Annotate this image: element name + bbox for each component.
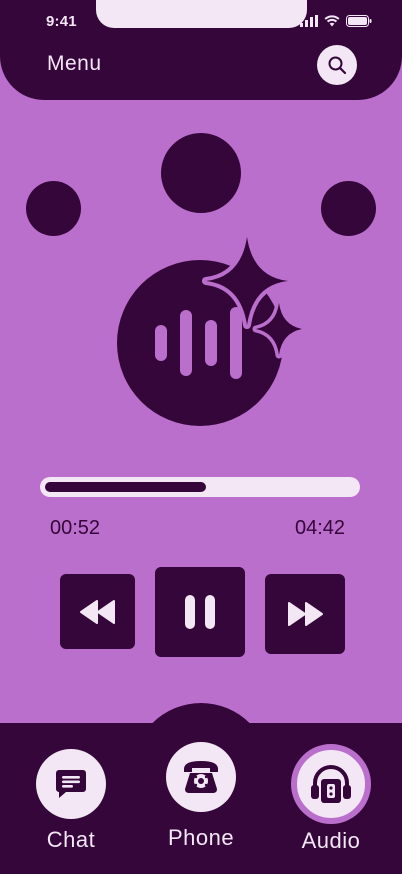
nav-item-audio[interactable]: Audio (271, 744, 391, 854)
total-duration: 04:42 (295, 517, 346, 539)
playback-progress-fill (45, 482, 206, 492)
rewind-button[interactable] (60, 574, 135, 649)
chat-button[interactable] (36, 749, 106, 819)
decor-dot-right (321, 181, 376, 236)
search-icon (328, 56, 347, 75)
device-notch (96, 0, 307, 28)
status-icons (300, 15, 372, 27)
audio-button[interactable] (291, 744, 371, 824)
phone-button[interactable] (166, 742, 236, 812)
menu-button[interactable]: Menu (47, 52, 102, 76)
nav-label-audio: Audio (301, 828, 361, 853)
nav-label-chat: Chat (46, 827, 96, 852)
playback-progress-bar[interactable] (40, 477, 360, 497)
nav-item-phone[interactable]: Phone (141, 742, 261, 851)
audio-icon (311, 765, 351, 803)
status-time: 9:41 (46, 13, 77, 30)
pause-icon (185, 595, 215, 629)
fast-forward-button[interactable] (265, 574, 345, 654)
chat-icon (56, 770, 86, 798)
search-button[interactable] (317, 45, 357, 85)
decor-dot-top (161, 133, 241, 213)
fast-forward-icon (288, 602, 323, 626)
pause-button[interactable] (155, 567, 245, 657)
audio-sparkle-icon (117, 235, 306, 426)
wifi-icon (324, 15, 340, 27)
nav-label-phone: Phone (167, 825, 235, 850)
rewind-icon (79, 599, 115, 624)
elapsed-time: 00:52 (50, 517, 101, 539)
decor-dot-left (26, 181, 81, 236)
nav-item-chat[interactable]: Chat (11, 749, 131, 853)
battery-icon (346, 15, 372, 27)
phone-icon (184, 761, 218, 793)
signal-icon (300, 15, 318, 27)
